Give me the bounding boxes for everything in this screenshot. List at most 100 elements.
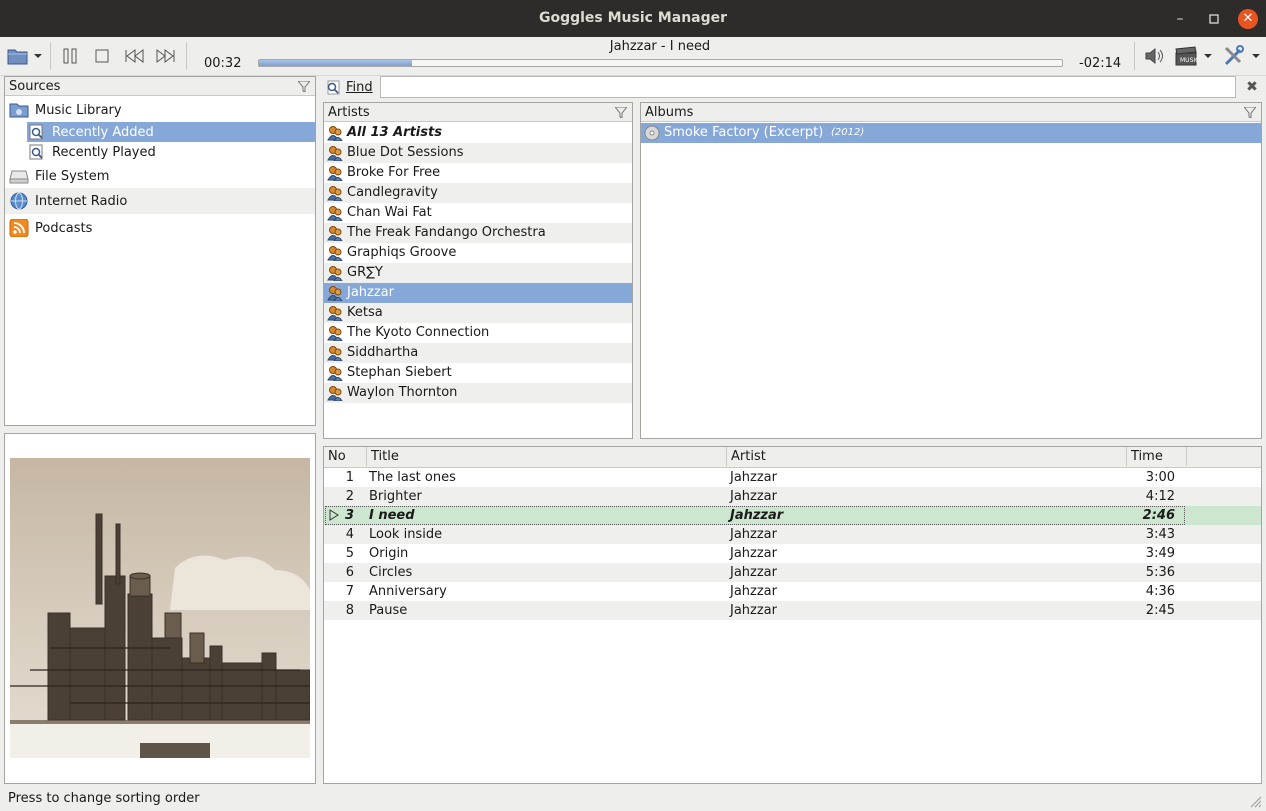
artist-row[interactable]: Broke For Free	[324, 163, 632, 183]
track-title: Pause	[369, 603, 408, 618]
source-recently-played[interactable]: Recently Played	[27, 142, 315, 162]
artist-name: Broke For Free	[347, 165, 441, 180]
track-no: 3	[344, 508, 354, 523]
stop-button[interactable]	[90, 44, 114, 68]
albums-header[interactable]: Albums	[641, 103, 1261, 122]
column-no[interactable]: No	[324, 447, 367, 466]
track-title: Look inside	[369, 527, 443, 542]
artist-icon	[327, 186, 343, 201]
album-title: Smoke Factory (Excerpt)	[664, 125, 824, 140]
track-artist: Jahzzar	[730, 603, 777, 618]
find-bar: Find ✖	[323, 76, 1263, 98]
artist-icon	[327, 286, 343, 301]
seek-bar-fill	[259, 60, 412, 66]
track-artist: Jahzzar	[730, 489, 777, 504]
track-time: 3:49	[1145, 546, 1175, 561]
column-time[interactable]: Time	[1127, 447, 1187, 466]
pause-icon	[63, 48, 77, 64]
artist-row[interactable]: Candlegravity	[324, 183, 632, 203]
source-podcasts[interactable]: Podcasts	[9, 217, 315, 239]
next-button[interactable]	[154, 44, 178, 68]
artist-row[interactable]: Jahzzar	[324, 283, 632, 303]
artist-row[interactable]: The Kyoto Connection	[324, 323, 632, 343]
settings-menu-button[interactable]	[1222, 44, 1262, 68]
filter-icon[interactable]	[298, 81, 310, 92]
artists-panel: Artists All 13 Artists Blue Dot Sessions B…	[323, 102, 633, 439]
sources-panel: Sources Music Library Recently Added Rec…	[4, 76, 316, 426]
source-label: File System	[35, 168, 110, 184]
artist-row[interactable]: Waylon Thornton	[324, 383, 632, 403]
track-artist: Jahzzar	[730, 508, 784, 523]
music-library-icon	[9, 101, 29, 119]
artists-header[interactable]: Artists	[324, 103, 632, 122]
album-cover-art	[10, 458, 310, 758]
artist-name: Graphiqs Groove	[347, 245, 457, 260]
track-no: 6	[345, 565, 354, 580]
artist-icon	[327, 386, 343, 401]
video-menu-button[interactable]: MUSIC	[1174, 44, 1214, 68]
disc-icon	[644, 125, 660, 141]
track-title: Brighter	[369, 489, 422, 504]
albums-header-label: Albums	[645, 105, 694, 120]
track-row[interactable]: 7 Anniversary Jahzzar 4:36	[324, 582, 1261, 601]
track-time: 2:45	[1145, 603, 1175, 618]
remaining-time: -02:14	[1079, 56, 1122, 71]
artist-row-all[interactable]: All 13 Artists	[324, 123, 632, 143]
source-recently-added[interactable]: Recently Added	[27, 122, 315, 142]
source-music-library[interactable]: Music Library	[9, 99, 315, 121]
artist-name: Jahzzar	[347, 285, 394, 300]
artist-row[interactable]: GR∑Y	[324, 263, 632, 283]
column-artist[interactable]: Artist	[727, 447, 1127, 466]
source-file-system[interactable]: File System	[9, 165, 315, 187]
artist-row[interactable]: Ketsa	[324, 303, 632, 323]
folder-icon	[7, 49, 42, 65]
resize-grip-icon[interactable]	[1248, 794, 1262, 808]
track-row[interactable]: 2 Brighter Jahzzar 4:12	[324, 487, 1261, 506]
album-year: (2012)	[831, 127, 865, 138]
maximize-button[interactable]	[1204, 9, 1224, 29]
artist-icon	[327, 146, 343, 161]
skip-forward-icon	[156, 49, 175, 63]
clapperboard-icon: MUSIC	[1175, 46, 1212, 66]
album-cover-panel	[4, 433, 316, 784]
column-title[interactable]: Title	[367, 447, 727, 466]
artist-name: All 13 Artists	[347, 125, 442, 140]
now-playing-title: Jahzzar - I need	[609, 39, 711, 54]
artist-row[interactable]: Chan Wai Fat	[324, 203, 632, 223]
album-row[interactable]: Smoke Factory (Excerpt) (2012)	[641, 123, 1261, 143]
drive-icon	[9, 167, 29, 185]
artist-name: The Kyoto Connection	[347, 325, 490, 340]
find-input[interactable]	[380, 76, 1236, 98]
find-button[interactable]: Find	[323, 76, 373, 98]
open-menu-button[interactable]	[6, 44, 44, 68]
artist-row[interactable]: Siddhartha	[324, 343, 632, 363]
artist-icon	[327, 306, 343, 321]
artist-icon	[327, 346, 343, 361]
artist-row[interactable]: Stephan Siebert	[324, 363, 632, 383]
artist-icon	[327, 206, 343, 221]
track-time: 5:36	[1145, 565, 1175, 580]
artist-row[interactable]: Blue Dot Sessions	[324, 143, 632, 163]
seek-bar[interactable]	[258, 59, 1063, 67]
artist-row[interactable]: Graphiqs Groove	[324, 243, 632, 263]
clear-find-button[interactable]: ✖	[1243, 78, 1261, 96]
artist-name: Stephan Siebert	[347, 365, 452, 380]
minimize-button[interactable]: –	[1170, 9, 1190, 29]
track-row[interactable]: 6 Circles Jahzzar 5:36	[324, 563, 1261, 582]
track-row-playing[interactable]: 3 I need Jahzzar 2:46	[324, 506, 1261, 525]
volume-button[interactable]	[1142, 44, 1166, 68]
tools-icon	[1224, 45, 1260, 66]
track-row[interactable]: 8 Pause Jahzzar 2:45	[324, 601, 1261, 620]
track-row[interactable]: 1 The last ones Jahzzar 3:00	[324, 468, 1261, 487]
pause-button[interactable]	[58, 44, 82, 68]
filter-icon[interactable]	[1244, 107, 1256, 118]
track-row[interactable]: 4 Look inside Jahzzar 3:43	[324, 525, 1261, 544]
previous-button[interactable]	[122, 44, 146, 68]
filter-icon[interactable]	[615, 107, 627, 118]
source-internet-radio[interactable]: Internet Radio	[5, 188, 315, 214]
track-row[interactable]: 5 Origin Jahzzar 3:49	[324, 544, 1261, 563]
sources-header[interactable]: Sources	[5, 77, 315, 96]
artist-row[interactable]: The Freak Fandango Orchestra	[324, 223, 632, 243]
close-button[interactable]: ✕	[1238, 9, 1258, 29]
status-text: Press to change sorting order	[8, 791, 200, 806]
